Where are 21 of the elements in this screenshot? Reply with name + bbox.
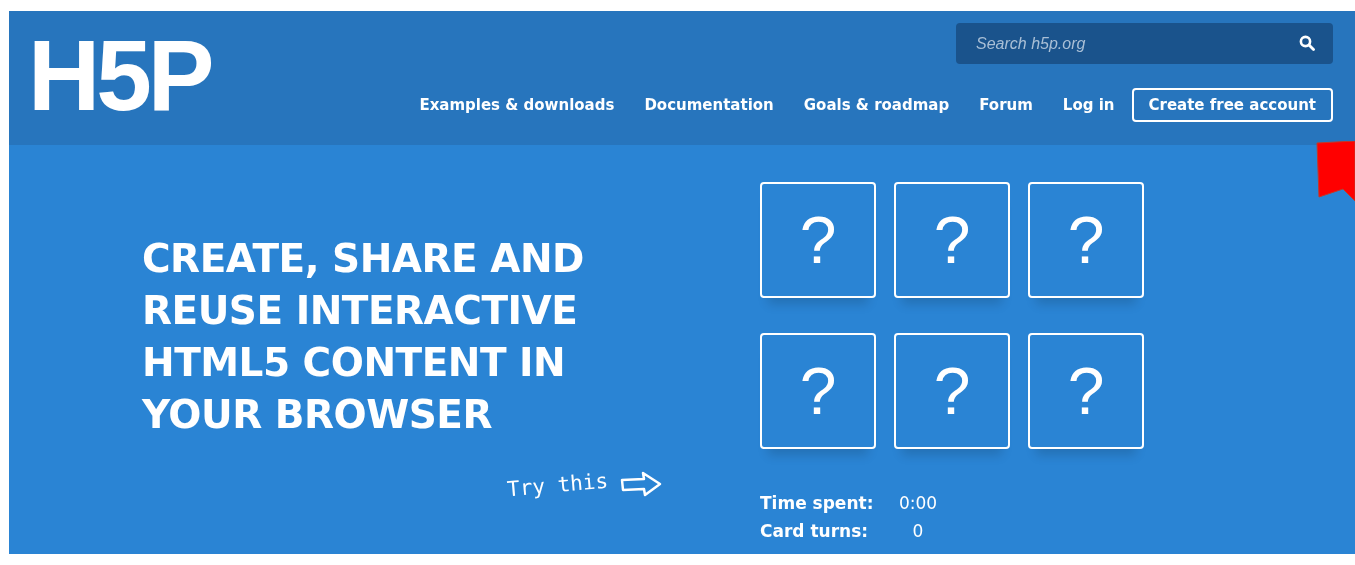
memory-card[interactable]: ? — [1028, 333, 1144, 449]
stat-value: 0:00 — [898, 492, 938, 515]
nav-link[interactable]: Forum — [979, 96, 1033, 114]
hero-title: CREATE, SHARE AND REUSE INTERACTIVE HTML5 CONTENT IN YOUR BROWSER — [142, 235, 585, 439]
stat-label: Time spent: — [760, 492, 875, 515]
search-field[interactable]: Search h5p.org — [956, 23, 1333, 64]
search-icon[interactable] — [1299, 35, 1315, 51]
memory-card[interactable]: ? — [894, 333, 1010, 449]
try-this-label: Try this — [506, 468, 609, 502]
stat-value: 0 — [911, 520, 925, 543]
memory-card[interactable]: ? — [1028, 182, 1144, 298]
nav-link[interactable]: Goals & roadmap — [803, 96, 950, 114]
nav-link[interactable]: Examples & downloads — [419, 96, 615, 114]
nav-link[interactable]: Log in — [1062, 96, 1115, 114]
create-account-button[interactable]: Create free account — [1131, 88, 1333, 122]
nav-link[interactable]: Documentation — [644, 96, 774, 114]
memory-card[interactable]: ? — [894, 182, 1010, 298]
logo[interactable]: H5P — [28, 25, 215, 125]
memory-card[interactable]: ? — [760, 182, 876, 298]
memory-card[interactable]: ? — [760, 333, 876, 449]
stat-label: Card turns: — [760, 520, 870, 543]
